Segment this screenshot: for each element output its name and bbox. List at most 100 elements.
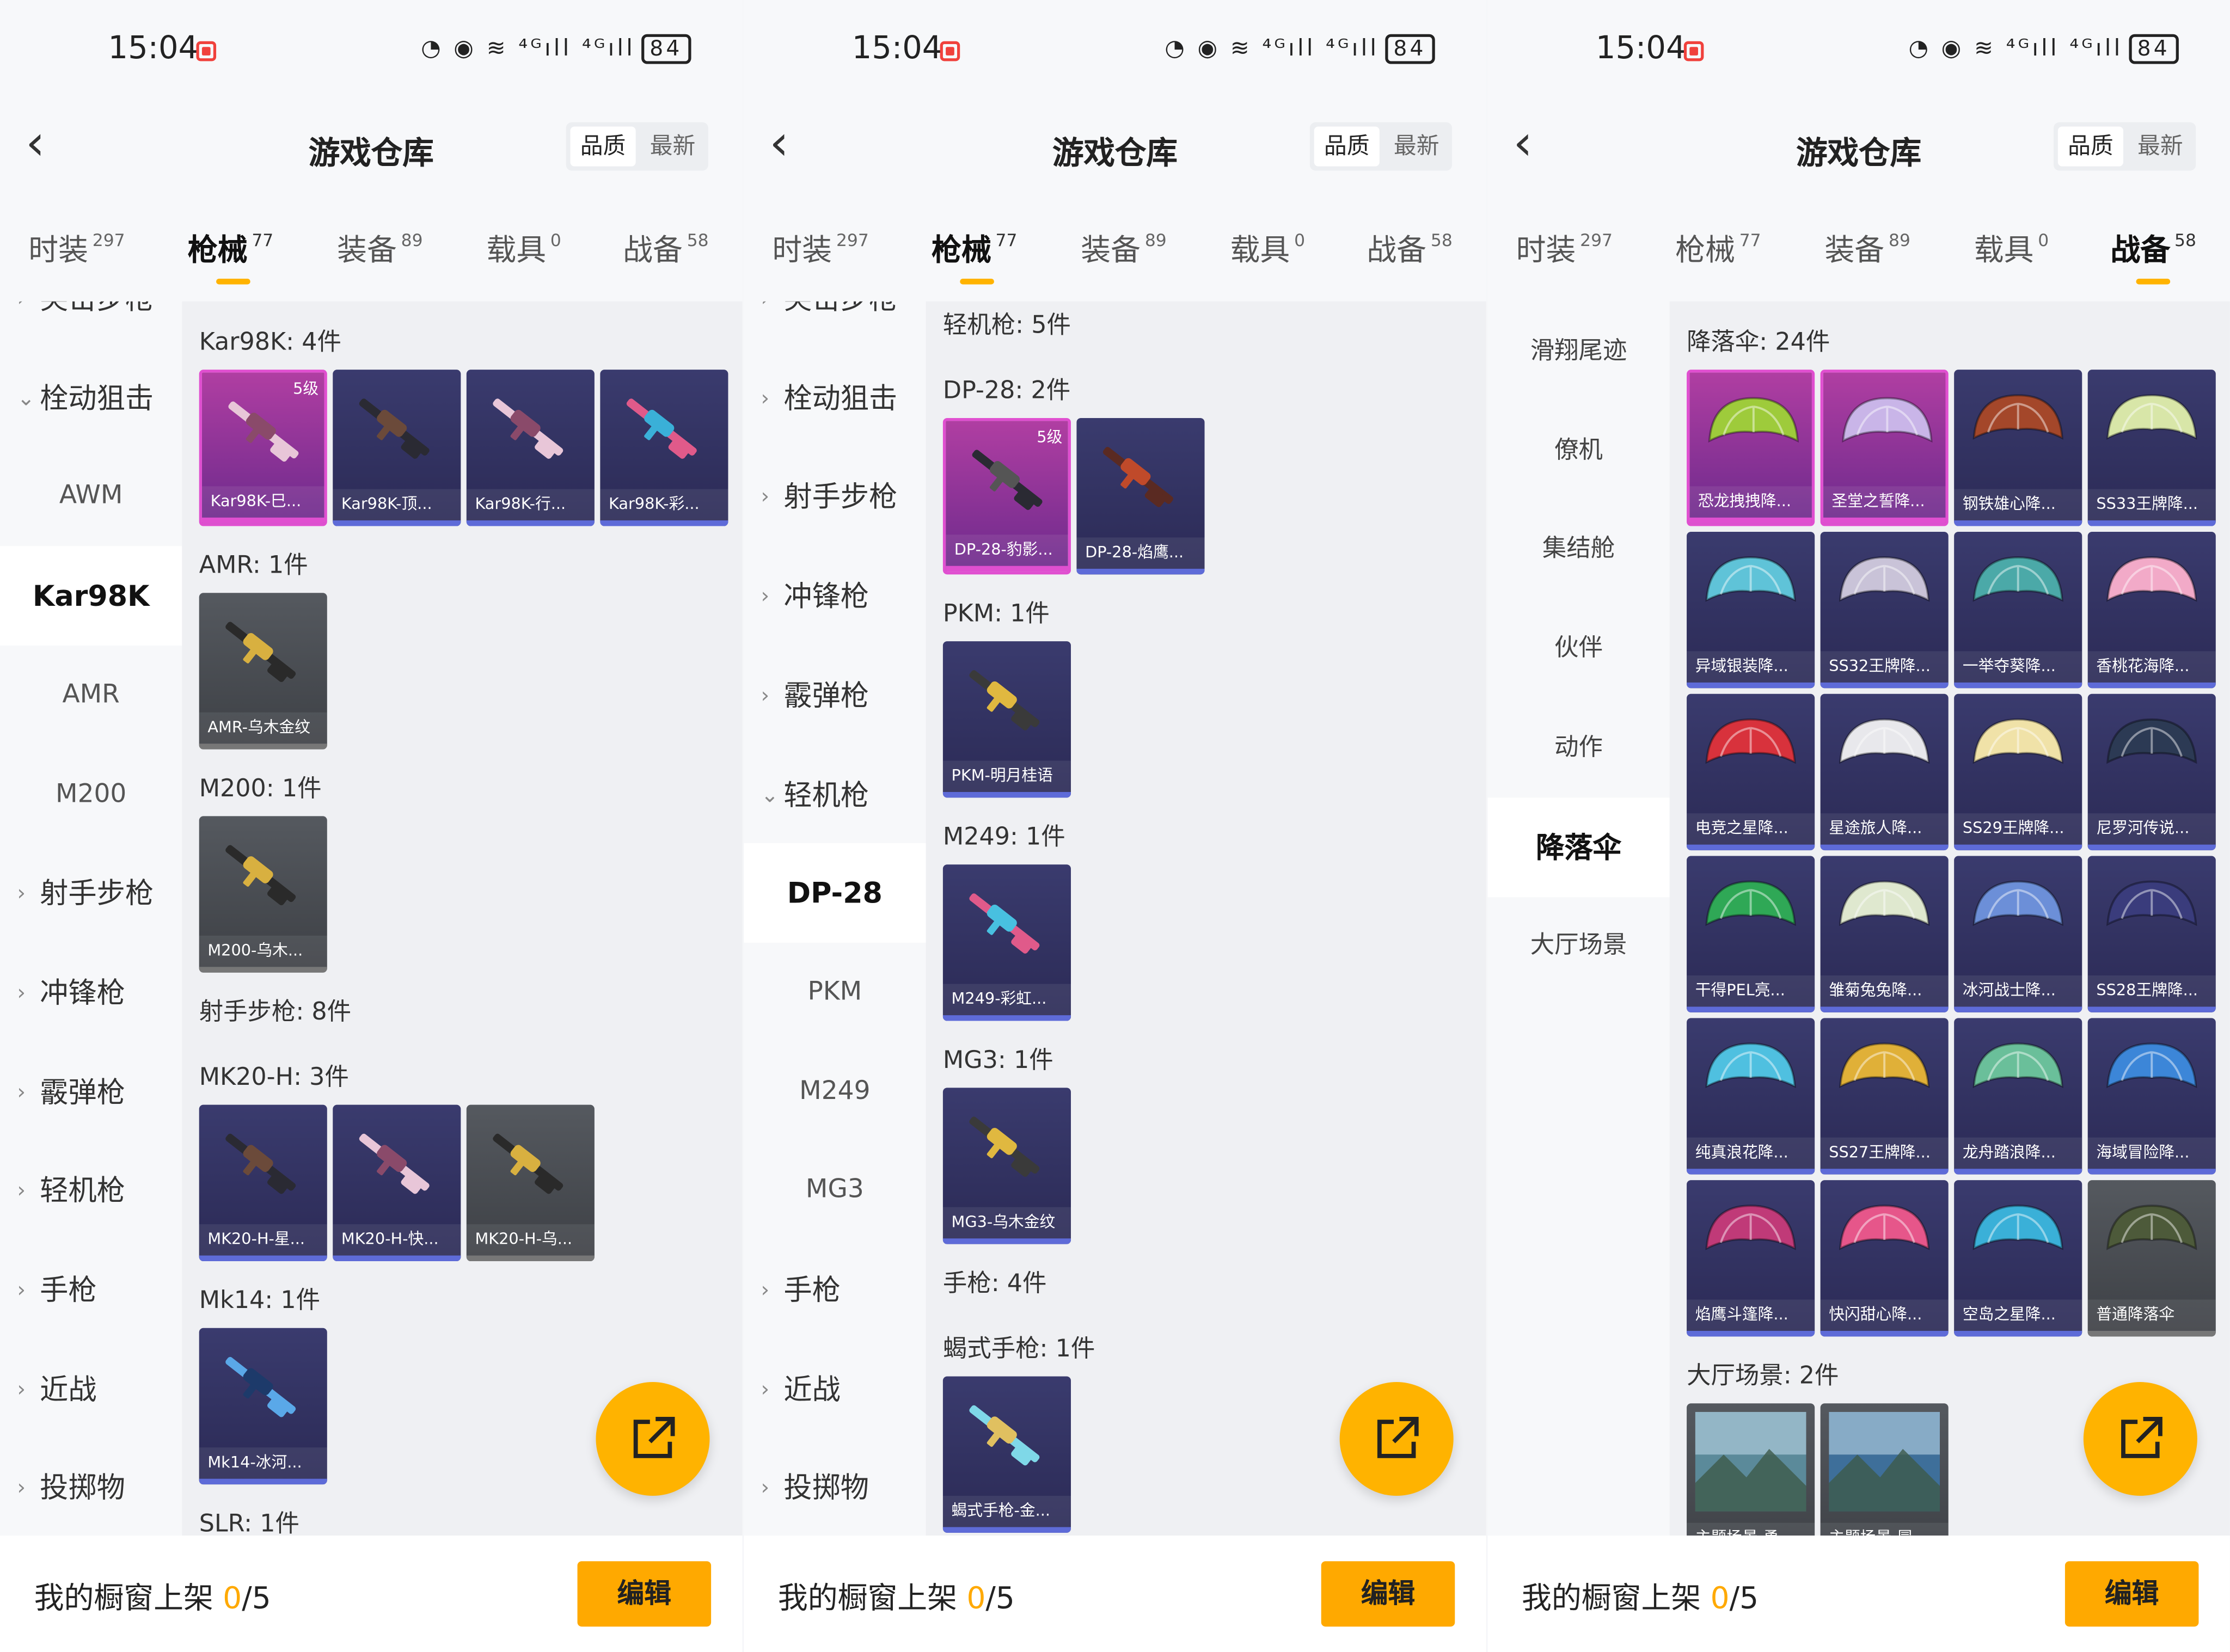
sidebar-item[interactable]: › 霰弹枪 bbox=[0, 1042, 182, 1141]
item-card[interactable]: SS29王牌降... bbox=[1954, 693, 2082, 851]
tab-1[interactable]: 枪械 77 bbox=[932, 228, 1017, 270]
sidebar-item[interactable]: 滑翔尾迹 bbox=[1487, 302, 1669, 401]
sidebar-item[interactable]: M200 bbox=[0, 744, 182, 844]
item-card[interactable]: 异域银装降... bbox=[1687, 531, 1815, 689]
item-card[interactable]: MK20-H-星... bbox=[199, 1104, 327, 1262]
sidebar-item[interactable]: › 轻机枪 bbox=[0, 1141, 182, 1240]
item-card[interactable]: PKM-明月桂语 bbox=[942, 641, 1071, 798]
sidebar-item[interactable]: › 近战 bbox=[744, 1339, 926, 1439]
tab-3[interactable]: 载具 0 bbox=[1230, 228, 1306, 270]
item-card[interactable]: 快闪甜心降... bbox=[1820, 1180, 1949, 1337]
item-card[interactable]: Kar98K-彩... bbox=[600, 370, 728, 526]
sort-quality-button[interactable]: 品质 bbox=[1314, 126, 1380, 167]
share-button[interactable] bbox=[596, 1382, 710, 1496]
share-button[interactable] bbox=[2083, 1382, 2197, 1496]
item-card[interactable]: Kar98K-行... bbox=[466, 370, 595, 526]
tab-2[interactable]: 装备 89 bbox=[1081, 228, 1166, 270]
item-card[interactable]: SS27王牌降... bbox=[1820, 1018, 1949, 1175]
sidebar-item[interactable]: 僚机 bbox=[1487, 401, 1669, 500]
tab-0[interactable]: 时装 297 bbox=[772, 228, 868, 270]
edit-button[interactable]: 编辑 bbox=[2064, 1561, 2199, 1627]
item-card[interactable]: 电竞之星降... bbox=[1687, 693, 1815, 851]
tab-4[interactable]: 战备 58 bbox=[2111, 228, 2196, 270]
item-card[interactable]: 普通降落伞 bbox=[2087, 1180, 2216, 1337]
sidebar-item[interactable]: 降落伞 bbox=[1487, 797, 1670, 896]
item-card[interactable]: 钢铁雄心降... bbox=[1954, 370, 2082, 526]
sidebar-item[interactable]: › 投掷物 bbox=[744, 1438, 926, 1536]
sidebar-item[interactable]: › 近战 bbox=[0, 1339, 182, 1439]
sidebar-item[interactable]: › 射手步枪 bbox=[744, 447, 926, 546]
sidebar-item[interactable]: M249 bbox=[744, 1042, 926, 1141]
sidebar-item[interactable]: › 冲锋枪 bbox=[744, 546, 926, 646]
edit-button[interactable]: 编辑 bbox=[1321, 1561, 1455, 1627]
item-card[interactable]: SS28王牌降... bbox=[2087, 856, 2216, 1012]
sidebar-item[interactable]: ⌄ 栓动狙击 bbox=[0, 348, 182, 447]
sidebar-item[interactable]: 集结舱 bbox=[1487, 500, 1669, 599]
sidebar-item[interactable]: Kar98K bbox=[0, 546, 182, 646]
item-card[interactable]: M249-彩虹... bbox=[942, 864, 1071, 1021]
item-card[interactable]: MK20-H-快... bbox=[333, 1104, 461, 1262]
sidebar-item[interactable]: MG3 bbox=[744, 1141, 926, 1240]
tab-1[interactable]: 枪械 77 bbox=[1675, 228, 1761, 270]
sort-newest-button[interactable]: 最新 bbox=[2128, 126, 2193, 166]
sidebar-item[interactable]: ⌄ 轻机枪 bbox=[744, 744, 926, 844]
item-card[interactable]: 尼罗河传说... bbox=[2087, 693, 2216, 851]
item-card[interactable]: 主题场景-冒... bbox=[1820, 1403, 1949, 1536]
sidebar-item[interactable]: › 突击步枪 bbox=[744, 302, 926, 348]
sidebar-item[interactable]: › 霰弹枪 bbox=[744, 645, 926, 745]
tab-3[interactable]: 载具 0 bbox=[1974, 228, 2049, 270]
tab-4[interactable]: 战备 58 bbox=[623, 228, 708, 270]
item-card[interactable]: M200-乌木... bbox=[199, 816, 327, 973]
sidebar-item[interactable]: › 投掷物 bbox=[0, 1438, 182, 1536]
item-card[interactable]: 纯真浪花降... bbox=[1687, 1018, 1815, 1175]
tab-0[interactable]: 时装 297 bbox=[28, 228, 125, 270]
item-card[interactable]: 冰河战士降... bbox=[1954, 856, 2082, 1012]
item-card[interactable]: 海域冒险降... bbox=[2087, 1018, 2216, 1175]
tab-2[interactable]: 装备 89 bbox=[337, 228, 422, 270]
sidebar-item[interactable]: PKM bbox=[744, 943, 926, 1042]
item-card[interactable]: 焰鹰斗篷降... bbox=[1687, 1180, 1815, 1337]
sidebar-item[interactable]: › 突击步枪 bbox=[0, 302, 182, 348]
sidebar-item[interactable]: › 冲锋枪 bbox=[0, 943, 182, 1042]
tab-2[interactable]: 装备 89 bbox=[1824, 228, 1910, 270]
item-card[interactable]: 干得PEL亮... bbox=[1687, 856, 1815, 1012]
item-card[interactable]: AMR-乌木金纹 bbox=[199, 593, 327, 750]
item-card[interactable]: 空岛之星降... bbox=[1954, 1180, 2082, 1337]
item-card[interactable]: SS33王牌降... bbox=[2087, 370, 2216, 526]
item-card[interactable]: 主题场景-勇... bbox=[1687, 1403, 1815, 1536]
item-card[interactable]: 星途旅人降... bbox=[1820, 693, 1949, 851]
sidebar-item[interactable]: DP-28 bbox=[744, 843, 926, 943]
item-card[interactable]: Mk14-冰河... bbox=[199, 1328, 327, 1485]
tab-0[interactable]: 时装 297 bbox=[1516, 228, 1613, 270]
item-card[interactable]: 圣堂之誓降... bbox=[1820, 370, 1949, 526]
sidebar-item[interactable]: › 手枪 bbox=[744, 1240, 926, 1340]
sidebar-item[interactable]: AWM bbox=[0, 447, 182, 546]
item-card[interactable]: 5级 DP-28-豹影... bbox=[942, 417, 1071, 575]
tab-4[interactable]: 战备 58 bbox=[1367, 228, 1452, 270]
item-card[interactable]: DP-28-焰鹰... bbox=[1076, 417, 1205, 575]
tab-3[interactable]: 载具 0 bbox=[486, 228, 561, 270]
item-card[interactable]: 蝎式手枪-金... bbox=[942, 1376, 1071, 1533]
sidebar-item[interactable]: › 栓动狙击 bbox=[744, 348, 926, 447]
item-card[interactable]: 一举夺葵降... bbox=[1954, 531, 2082, 689]
sidebar-item[interactable]: › 射手步枪 bbox=[0, 844, 182, 943]
item-card[interactable]: 雏菊兔兔降... bbox=[1820, 856, 1949, 1012]
sidebar-item[interactable]: 伙伴 bbox=[1487, 599, 1669, 698]
sidebar-item[interactable]: 大厅场景 bbox=[1487, 896, 1669, 996]
sort-quality-button[interactable]: 品质 bbox=[570, 126, 636, 167]
item-card[interactable]: 5级 Kar98K-巳... bbox=[199, 370, 327, 526]
edit-button[interactable]: 编辑 bbox=[577, 1561, 712, 1627]
sidebar-item[interactable]: › 手枪 bbox=[0, 1240, 182, 1340]
sidebar-item[interactable]: AMR bbox=[0, 645, 182, 745]
sidebar-item[interactable]: 动作 bbox=[1487, 698, 1669, 797]
item-card[interactable]: Kar98K-顶... bbox=[333, 370, 461, 526]
item-card[interactable]: MG3-乌木金纹 bbox=[942, 1088, 1071, 1244]
item-card[interactable]: 恐龙拽拽降... bbox=[1687, 370, 1815, 526]
sort-newest-button[interactable]: 最新 bbox=[1384, 126, 1449, 166]
item-card[interactable]: 香桃花海降... bbox=[2087, 531, 2216, 689]
share-button[interactable] bbox=[1339, 1382, 1454, 1496]
tab-1[interactable]: 枪械 77 bbox=[188, 228, 273, 270]
sort-newest-button[interactable]: 最新 bbox=[640, 126, 705, 166]
item-card[interactable]: MK20-H-乌... bbox=[466, 1104, 595, 1262]
item-card[interactable]: 龙舟踏浪降... bbox=[1954, 1018, 2082, 1175]
